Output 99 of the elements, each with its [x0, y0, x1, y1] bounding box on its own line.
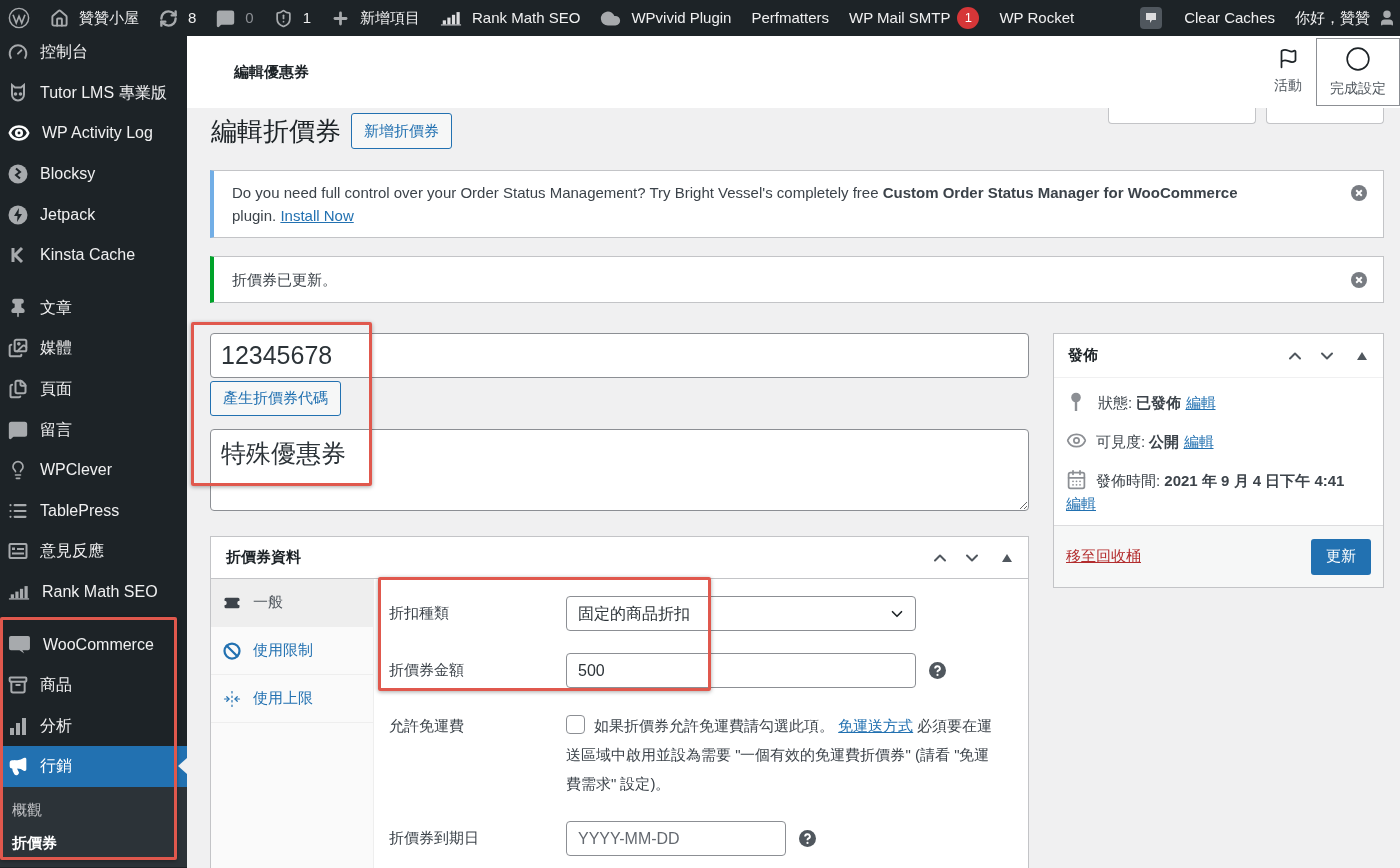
- menu-item[interactable]: WPClever: [0, 449, 187, 491]
- edit-link[interactable]: 編輯: [1183, 433, 1214, 450]
- megaphone-icon: [8, 756, 28, 777]
- panel-title: 發佈: [1068, 345, 1098, 366]
- menu-item[interactable]: 頁面: [0, 368, 187, 410]
- rising-bars-icon: [8, 584, 30, 600]
- circle-icon: [1345, 45, 1371, 72]
- field-label: 折價券金額: [389, 660, 465, 681]
- field-label: 折價券到期日: [389, 828, 480, 849]
- coupon-code-field[interactable]: 12345678: [210, 333, 1029, 378]
- menu-item[interactable]: Kinsta Cache: [0, 234, 187, 276]
- toolbar-link[interactable]: 0: [206, 0, 264, 36]
- toolbar-link[interactable]: 8: [149, 0, 207, 36]
- toolbar-link[interactable]: 你好，贊贊: [1285, 0, 1400, 36]
- logo-icon[interactable]: [8, 7, 30, 29]
- menu-item[interactable]: Blocksy: [0, 153, 187, 195]
- date-field[interactable]: YYYY-MM-DD: [566, 821, 786, 856]
- add-coupon-button[interactable]: 新增折價券: [351, 113, 452, 149]
- prohibited-icon: [223, 641, 241, 660]
- toolbar-link[interactable]: Perfmatters: [741, 0, 839, 36]
- page-title: 編輯折價券: [211, 114, 341, 148]
- toolbar-link[interactable]: WP Mail SMTP 1: [839, 0, 990, 36]
- publish-info-text: 可見度: 公開: [1096, 433, 1180, 450]
- input-field[interactable]: 500: [566, 653, 916, 688]
- checkbox-description: 如果折價券允許免運費請勾選此項。 免運送方式 必須要在運送區域中啟用並設為需要 "一個有效的免運費折價券" (請看 "免運費需求" 設定)。: [566, 714, 994, 794]
- menu-item[interactable]: WP Activity Log: [0, 113, 187, 154]
- edit-link[interactable]: 編輯: [1185, 394, 1216, 411]
- menu-item[interactable]: 留言: [0, 409, 187, 450]
- menu-item[interactable]: WooCommerce: [0, 624, 187, 665]
- shield-alert-icon: [273, 8, 293, 28]
- toolbar-link[interactable]: 贊贊小屋: [40, 0, 149, 36]
- calendar-icon: [1066, 469, 1087, 490]
- menu-item[interactable]: 意見反應: [0, 531, 187, 572]
- dropdown[interactable]: 固定的商品折扣: [566, 596, 916, 631]
- generate-code-button[interactable]: 產生折價券代碼: [210, 381, 341, 416]
- help-icon[interactable]: [799, 830, 816, 847]
- rising-bars-icon: [440, 10, 463, 26]
- media-icon: [8, 338, 28, 359]
- menu-item[interactable]: Tutor LMS 專業版: [0, 72, 187, 114]
- comment-icon: [216, 8, 236, 28]
- install-link[interactable]: Install Now: [280, 207, 354, 224]
- pages-icon: [8, 379, 28, 400]
- collapse-triangle-icon[interactable]: [1357, 351, 1367, 360]
- notice-text: Do you need full control over your Order Status Management? Try Bright Vessel's completely free Custom Order Status Manager for WooCommerce plugin. Install Now: [232, 183, 1239, 226]
- pin-icon: [1069, 392, 1083, 412]
- field-label: 允許免運費: [389, 716, 465, 736]
- header-title: 編輯優惠券: [234, 61, 309, 82]
- menu-item[interactable]: 商品: [0, 664, 187, 706]
- publish-info-text: 發佈時間: 2021 年 9 月 4 日下午 4:41: [1096, 472, 1345, 489]
- count-badge: 1: [957, 7, 980, 29]
- bolt-circle-icon: [8, 204, 28, 225]
- chat-bubble-icon[interactable]: [1140, 7, 1163, 29]
- notice-text: 折價券已更新。: [232, 270, 337, 290]
- submenu-item[interactable]: 概觀: [0, 793, 187, 827]
- zigzag-circle-icon: [8, 164, 28, 185]
- header-action[interactable]: 活動: [1260, 38, 1316, 106]
- menu-item[interactable]: TablePress: [0, 490, 187, 532]
- panel-tab[interactable]: 使用上限: [211, 675, 373, 723]
- submenu-item[interactable]: 折價券: [0, 826, 187, 860]
- menu-item[interactable]: 分析: [0, 705, 187, 747]
- toolbar-link[interactable]: 1: [263, 0, 322, 36]
- field-label: 折扣種類: [389, 603, 450, 624]
- bar-chart-icon: [8, 715, 28, 736]
- shipping-method-link[interactable]: 免運送方式: [838, 717, 914, 734]
- edit-link[interactable]: 編輯: [1066, 495, 1096, 512]
- menu-item[interactable]: 控制台: [0, 36, 187, 73]
- home-icon: [50, 8, 69, 28]
- header-action[interactable]: 完成設定: [1316, 38, 1400, 106]
- toolbar-link[interactable]: Clear Caches: [1174, 0, 1285, 36]
- menu-item[interactable]: Rank Math SEO: [0, 571, 187, 613]
- active-pointer-icon: [178, 758, 187, 775]
- help-icon[interactable]: [929, 662, 946, 679]
- arrows-inward-icon: [223, 689, 241, 708]
- cat-face-icon: [8, 82, 28, 103]
- description-field[interactable]: 特殊優惠券: [210, 429, 1029, 511]
- menu-item[interactable]: 文章: [0, 287, 187, 329]
- comment-icon: [8, 419, 28, 440]
- menu-item[interactable]: Jetpack: [0, 194, 187, 235]
- panel-title: 折價券資料: [226, 547, 301, 568]
- toolbar-link[interactable]: Rank Math SEO: [430, 0, 591, 36]
- speech-badge-icon: [8, 635, 31, 655]
- refresh-icon: [159, 8, 178, 28]
- toolbar-link[interactable]: WP Rocket: [989, 0, 1085, 36]
- panel-tab[interactable]: 一般: [211, 579, 373, 627]
- pushpin-icon: [8, 297, 28, 318]
- form-icon: [8, 541, 28, 562]
- close-icon[interactable]: [1351, 185, 1367, 201]
- update-button[interactable]: 更新: [1311, 538, 1371, 575]
- checkbox[interactable]: [566, 715, 585, 734]
- close-icon[interactable]: [1351, 272, 1367, 288]
- avatar-icon: [1378, 9, 1396, 27]
- trash-link[interactable]: 移至回收桶: [1066, 545, 1141, 568]
- menu-item[interactable]: 媒體: [0, 328, 187, 369]
- toolbar-link[interactable]: WPvivid Plugin: [590, 0, 742, 36]
- publish-info-text: 狀態: 已發佈: [1098, 394, 1182, 411]
- toolbar-link[interactable]: 新增項目: [321, 0, 431, 36]
- archive-box-icon: [8, 675, 28, 696]
- panel-tab[interactable]: 使用限制: [211, 627, 373, 675]
- collapse-triangle-icon[interactable]: [1002, 553, 1012, 562]
